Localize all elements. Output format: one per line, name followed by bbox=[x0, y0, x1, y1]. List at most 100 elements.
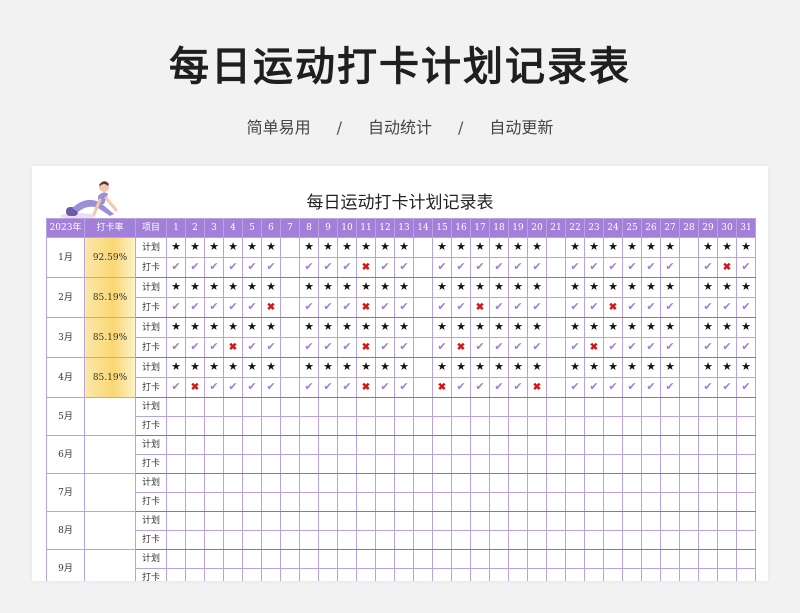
day-cell[interactable] bbox=[470, 454, 490, 474]
day-cell[interactable] bbox=[527, 473, 547, 493]
day-cell[interactable] bbox=[679, 237, 699, 258]
day-cell[interactable] bbox=[660, 435, 680, 455]
day-cell[interactable]: ★ bbox=[736, 357, 756, 378]
day-cell[interactable]: ✔ bbox=[736, 297, 756, 318]
day-cell[interactable]: ★ bbox=[166, 317, 186, 338]
day-cell[interactable] bbox=[584, 530, 604, 550]
day-cell[interactable] bbox=[356, 473, 376, 493]
day-cell[interactable] bbox=[565, 530, 585, 550]
day-cell[interactable]: ✔ bbox=[223, 257, 243, 278]
day-cell[interactable]: ★ bbox=[375, 277, 395, 298]
day-cell[interactable] bbox=[280, 530, 300, 550]
day-cell[interactable] bbox=[413, 435, 433, 455]
day-cell[interactable] bbox=[508, 530, 528, 550]
day-cell[interactable] bbox=[565, 549, 585, 569]
day-cell[interactable]: ✔ bbox=[394, 377, 414, 398]
day-cell[interactable] bbox=[546, 492, 566, 512]
day-cell[interactable] bbox=[470, 511, 490, 531]
day-cell[interactable]: ✔ bbox=[622, 257, 642, 278]
day-cell[interactable]: ✔ bbox=[185, 297, 205, 318]
day-cell[interactable]: ★ bbox=[223, 357, 243, 378]
day-cell[interactable] bbox=[375, 568, 395, 581]
day-cell[interactable]: ✔ bbox=[166, 377, 186, 398]
day-cell[interactable] bbox=[394, 435, 414, 455]
day-cell[interactable]: ★ bbox=[584, 237, 604, 258]
day-cell[interactable] bbox=[223, 568, 243, 581]
day-cell[interactable] bbox=[489, 454, 509, 474]
day-cell[interactable]: ★ bbox=[261, 277, 281, 298]
day-cell[interactable] bbox=[698, 454, 718, 474]
day-cell[interactable] bbox=[603, 511, 623, 531]
day-cell[interactable]: ★ bbox=[432, 317, 452, 338]
day-cell[interactable] bbox=[204, 549, 224, 569]
day-cell[interactable] bbox=[622, 435, 642, 455]
day-cell[interactable]: ✔ bbox=[223, 377, 243, 398]
day-cell[interactable] bbox=[717, 530, 737, 550]
day-cell[interactable]: ★ bbox=[489, 317, 509, 338]
day-cell[interactable]: ✔ bbox=[394, 257, 414, 278]
day-cell[interactable]: ✔ bbox=[185, 337, 205, 358]
day-cell[interactable] bbox=[736, 454, 756, 474]
day-cell[interactable] bbox=[660, 454, 680, 474]
day-cell[interactable] bbox=[736, 416, 756, 436]
day-cell[interactable] bbox=[185, 416, 205, 436]
day-cell[interactable] bbox=[565, 454, 585, 474]
day-cell[interactable] bbox=[470, 397, 490, 417]
day-cell[interactable] bbox=[489, 568, 509, 581]
day-cell[interactable] bbox=[698, 492, 718, 512]
day-cell[interactable] bbox=[451, 530, 471, 550]
day-cell[interactable] bbox=[470, 530, 490, 550]
day-cell[interactable] bbox=[489, 416, 509, 436]
day-cell[interactable] bbox=[356, 435, 376, 455]
day-cell[interactable] bbox=[565, 435, 585, 455]
day-cell[interactable] bbox=[185, 435, 205, 455]
day-cell[interactable] bbox=[736, 568, 756, 581]
day-cell[interactable]: ★ bbox=[584, 317, 604, 338]
day-cell[interactable] bbox=[280, 492, 300, 512]
day-cell[interactable] bbox=[679, 397, 699, 417]
checkin-rate-cell[interactable]: 85.19% bbox=[84, 277, 136, 318]
day-cell[interactable] bbox=[413, 416, 433, 436]
day-cell[interactable] bbox=[299, 435, 319, 455]
day-cell[interactable] bbox=[223, 530, 243, 550]
day-cell[interactable]: ✔ bbox=[527, 297, 547, 318]
day-cell[interactable] bbox=[451, 454, 471, 474]
day-cell[interactable] bbox=[489, 397, 509, 417]
day-cell[interactable]: ★ bbox=[204, 317, 224, 338]
day-cell[interactable] bbox=[337, 454, 357, 474]
day-cell[interactable] bbox=[185, 511, 205, 531]
day-cell[interactable] bbox=[451, 435, 471, 455]
day-cell[interactable]: ✔ bbox=[527, 257, 547, 278]
day-cell[interactable]: ★ bbox=[660, 237, 680, 258]
day-cell[interactable] bbox=[679, 549, 699, 569]
day-cell[interactable] bbox=[280, 416, 300, 436]
day-cell[interactable] bbox=[451, 549, 471, 569]
day-cell[interactable] bbox=[489, 549, 509, 569]
day-cell[interactable]: ✔ bbox=[337, 257, 357, 278]
day-cell[interactable] bbox=[280, 297, 300, 318]
day-cell[interactable] bbox=[166, 454, 186, 474]
day-cell[interactable] bbox=[736, 435, 756, 455]
day-cell[interactable] bbox=[679, 568, 699, 581]
day-cell[interactable] bbox=[489, 492, 509, 512]
day-cell[interactable] bbox=[242, 492, 262, 512]
day-cell[interactable] bbox=[622, 416, 642, 436]
day-cell[interactable]: ★ bbox=[394, 237, 414, 258]
day-cell[interactable] bbox=[565, 397, 585, 417]
day-cell[interactable]: ★ bbox=[527, 277, 547, 298]
day-cell[interactable] bbox=[185, 530, 205, 550]
day-cell[interactable] bbox=[375, 454, 395, 474]
day-cell[interactable]: ★ bbox=[451, 237, 471, 258]
day-cell[interactable] bbox=[413, 317, 433, 338]
day-cell[interactable]: ★ bbox=[508, 357, 528, 378]
day-cell[interactable] bbox=[527, 454, 547, 474]
day-cell[interactable]: ✔ bbox=[261, 257, 281, 278]
day-cell[interactable]: ✔ bbox=[299, 377, 319, 398]
day-cell[interactable] bbox=[413, 511, 433, 531]
day-cell[interactable] bbox=[584, 492, 604, 512]
day-cell[interactable]: ★ bbox=[394, 317, 414, 338]
day-cell[interactable] bbox=[679, 257, 699, 278]
day-cell[interactable] bbox=[356, 454, 376, 474]
day-cell[interactable]: ✔ bbox=[736, 337, 756, 358]
day-cell[interactable]: ★ bbox=[584, 277, 604, 298]
